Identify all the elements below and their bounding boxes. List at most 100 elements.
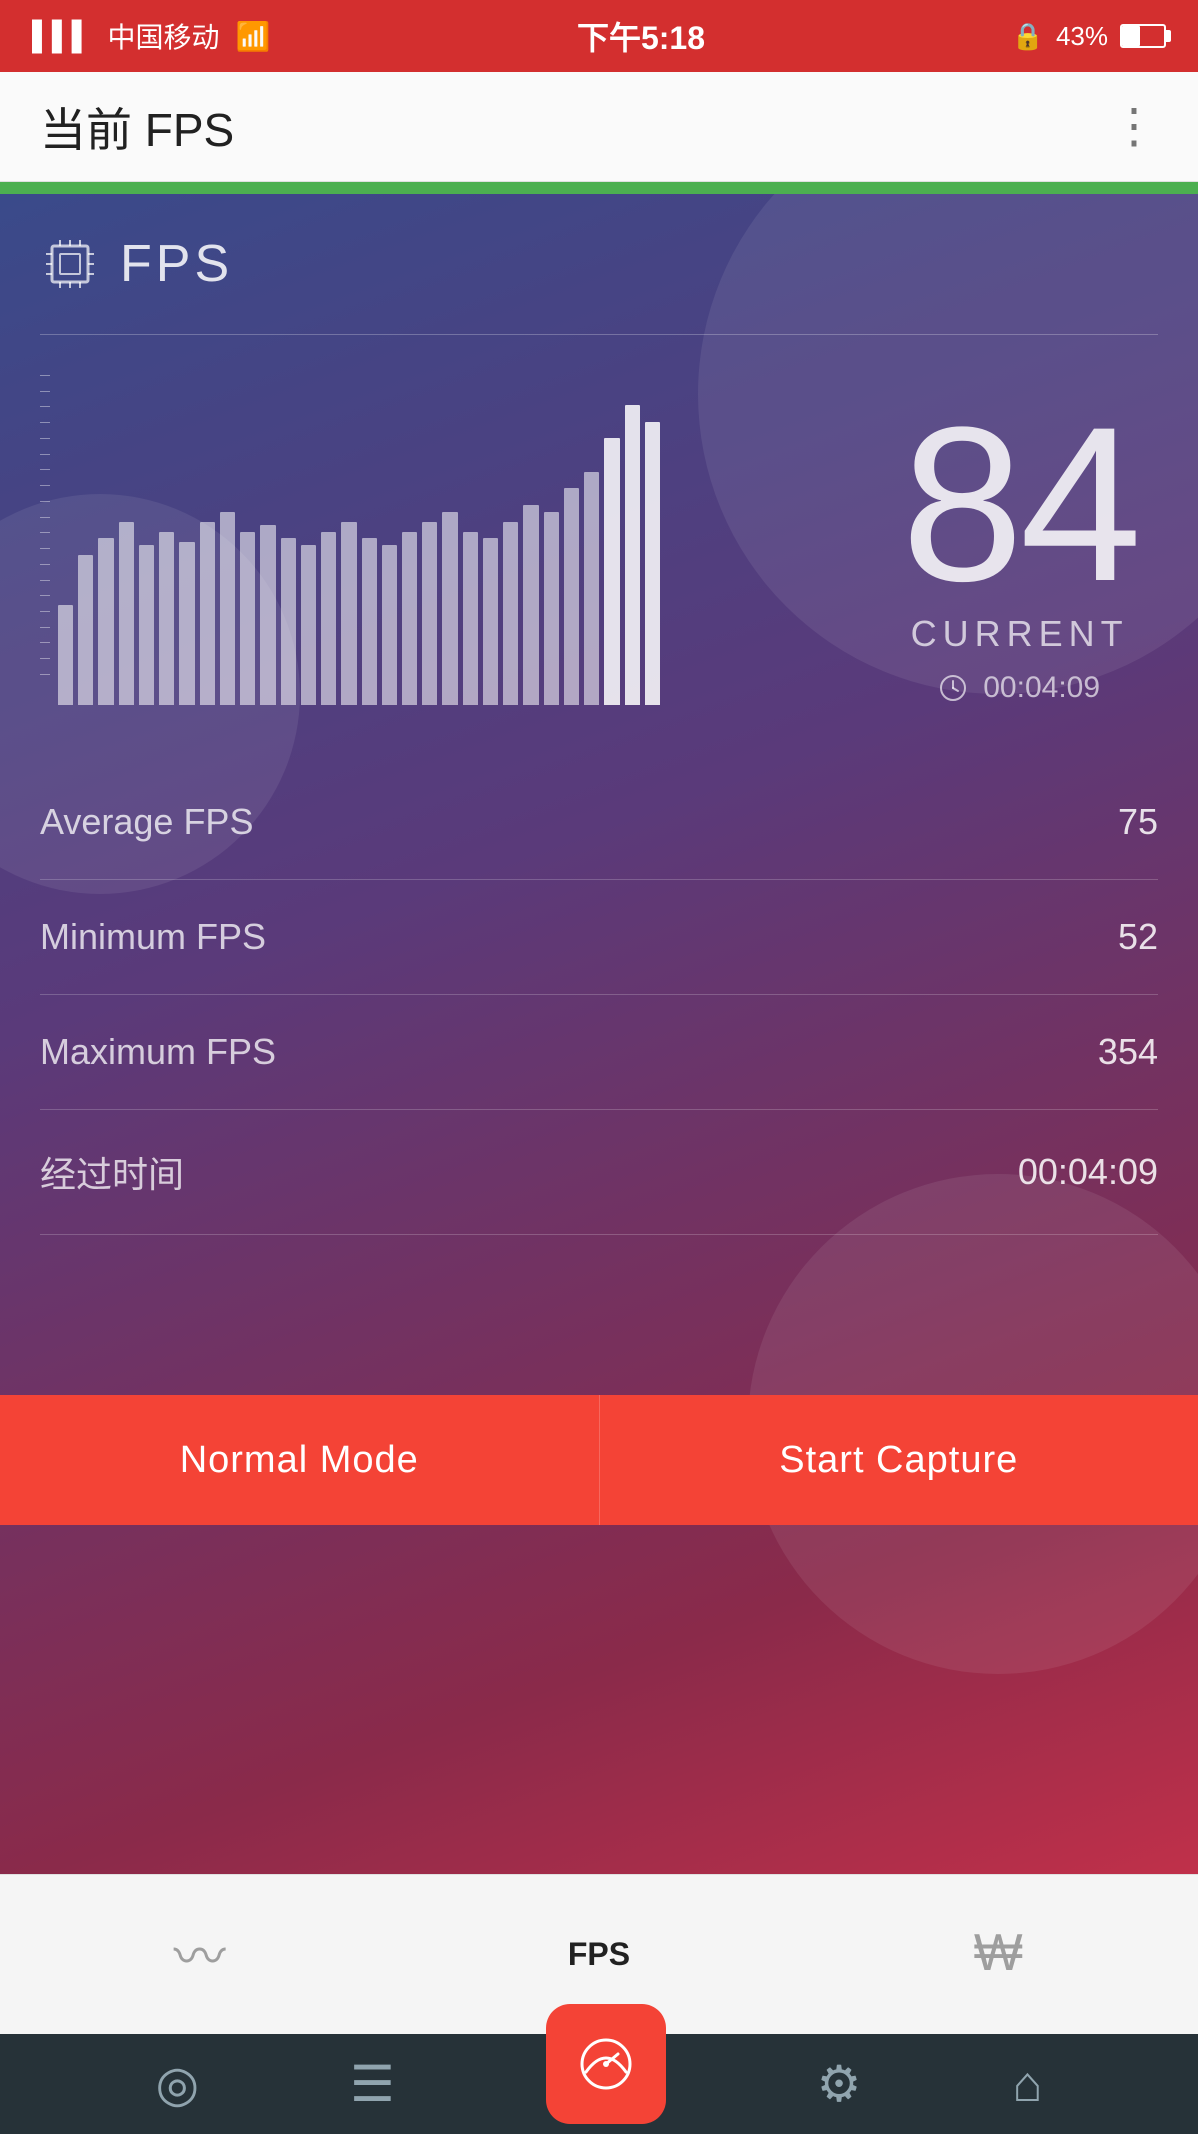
chart-bar (119, 522, 134, 705)
y-tick (40, 469, 50, 470)
wallet-icon: ₩ (974, 1923, 1023, 1983)
chart-bar (301, 545, 316, 705)
start-capture-button[interactable]: Start Capture (600, 1395, 1198, 1525)
elapsed-time-label: 经过时间 (40, 1146, 184, 1198)
y-tick (40, 406, 50, 407)
status-left: ▌▌▌ 中国移动 📶 (32, 16, 270, 56)
minimum-fps-value: 52 (1118, 916, 1158, 958)
carrier-name: 中国移动 (108, 16, 220, 56)
chart-bar (341, 522, 356, 705)
home-sys-icon[interactable]: ◎ (155, 2055, 199, 2113)
stat-row-average: Average FPS 75 (40, 765, 1158, 880)
chart-bar (564, 488, 579, 705)
maximum-fps-value: 354 (1098, 1031, 1158, 1073)
status-bar: ▌▌▌ 中国移动 📶 下午5:18 🔒 43% (0, 0, 1198, 72)
current-elapsed-time: 00:04:09 (983, 671, 1100, 705)
status-right: 🔒 43% (1012, 21, 1166, 52)
y-tick (40, 454, 50, 455)
y-tick (40, 375, 50, 376)
average-fps-value: 75 (1118, 801, 1158, 843)
chart-bar (463, 532, 478, 705)
main-content: FPS (0, 194, 1198, 1874)
status-time: 下午5:18 (577, 13, 705, 59)
chart-bar (483, 538, 498, 705)
y-tick (40, 674, 50, 675)
y-tick (40, 501, 50, 502)
chart-bar (240, 532, 255, 705)
normal-mode-button[interactable]: Normal Mode (0, 1395, 600, 1525)
chart-bar (179, 542, 194, 705)
y-tick (40, 595, 50, 596)
bottom-buttons: Normal Mode Start Capture (0, 1395, 1198, 1525)
y-tick (40, 548, 50, 549)
chart-bar (260, 525, 275, 705)
fps-tab-label: FPS (568, 1936, 630, 1973)
minimum-fps-label: Minimum FPS (40, 916, 266, 958)
current-fps-value: 84 (901, 405, 1138, 603)
y-tick (40, 627, 50, 628)
y-tick (40, 611, 50, 612)
stats-section: Average FPS 75 Minimum FPS 52 Maximum FP… (0, 765, 1198, 1235)
elapsed-time-value: 00:04:09 (1018, 1151, 1158, 1193)
system-bar: ◎ ☰ ⚙ ⌂ (0, 2034, 1198, 2134)
chart-bar (321, 532, 336, 705)
y-tick (40, 580, 50, 581)
app-header: 当前 FPS ⋮ (0, 72, 1198, 182)
y-tick (40, 485, 50, 486)
more-options-button[interactable]: ⋮ (1110, 103, 1158, 151)
battery-percentage: 43% (1056, 21, 1108, 52)
chart-bar (58, 605, 73, 705)
chart-bar (503, 522, 518, 705)
y-tick (40, 658, 50, 659)
nav-tab-graph[interactable]: 〰 (0, 1875, 399, 2034)
wifi-icon: 📶 (236, 20, 271, 53)
settings-sys-icon[interactable]: ⚙ (817, 2055, 862, 2113)
y-tick (40, 391, 50, 392)
chart-area (40, 365, 660, 705)
chart-bar (220, 512, 235, 705)
fab-speedometer[interactable] (546, 2004, 666, 2124)
chart-bar (584, 472, 599, 705)
y-tick (40, 564, 50, 565)
chart-bar (98, 538, 113, 705)
speedometer-icon (576, 2034, 636, 2094)
maximum-fps-label: Maximum FPS (40, 1031, 276, 1073)
current-fps-time: 00:04:09 (901, 671, 1138, 705)
y-axis (40, 375, 50, 675)
fps-header: FPS (40, 234, 1158, 294)
signal-icon: ▌▌▌ (32, 20, 92, 52)
chart-bar (402, 532, 417, 705)
clock-icon (939, 674, 967, 702)
accent-bar (0, 182, 1198, 194)
chart-bar (382, 545, 397, 705)
chart-bar (139, 545, 154, 705)
chart-bar (159, 532, 174, 705)
chart-bar (78, 555, 93, 705)
fps-section-title: FPS (120, 234, 233, 294)
chart-bar (625, 405, 640, 705)
battery-icon (1120, 24, 1166, 48)
y-tick (40, 532, 50, 533)
cpu-icon (40, 234, 100, 294)
y-tick (40, 422, 50, 423)
home2-sys-icon[interactable]: ⌂ (1012, 2055, 1042, 2113)
fps-chart-bars (58, 405, 660, 705)
chart-row: 84 CURRENT 00:04:09 (40, 365, 1158, 705)
menu-sys-icon[interactable]: ☰ (350, 2055, 395, 2113)
average-fps-label: Average FPS (40, 801, 253, 843)
chart-bar (362, 538, 377, 705)
current-fps-box: 84 CURRENT 00:04:09 (901, 405, 1158, 705)
chart-bar (523, 505, 538, 705)
nav-tab-wallet[interactable]: ₩ (799, 1875, 1198, 2034)
chart-bar (281, 538, 296, 705)
graph-icon: 〰 (174, 1915, 226, 1990)
y-tick (40, 642, 50, 643)
stat-row-elapsed: 经过时间 00:04:09 (40, 1110, 1158, 1235)
chart-bar (442, 512, 457, 705)
y-tick (40, 438, 50, 439)
chart-bar (645, 422, 660, 705)
page-title: 当前 FPS (40, 94, 234, 160)
y-tick (40, 517, 50, 518)
current-fps-label: CURRENT (901, 613, 1138, 655)
lock-icon: 🔒 (1012, 21, 1044, 52)
